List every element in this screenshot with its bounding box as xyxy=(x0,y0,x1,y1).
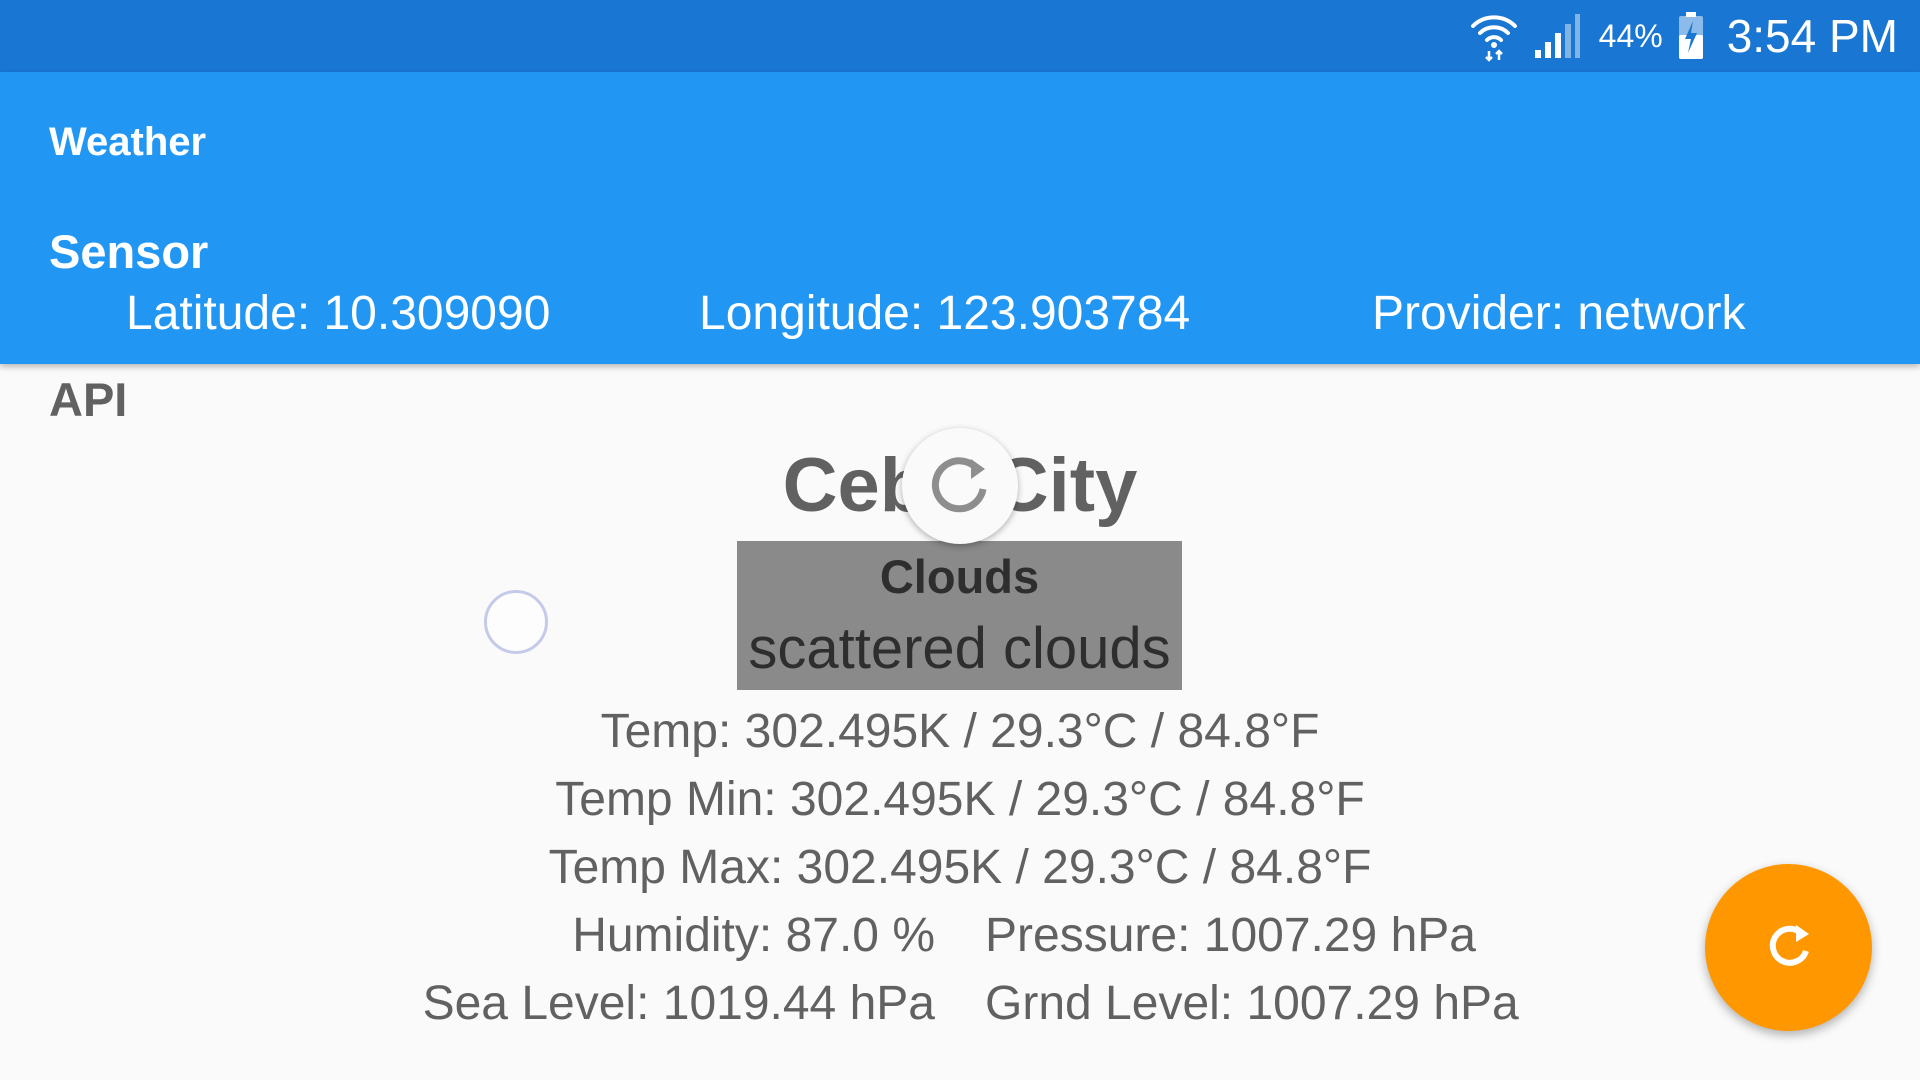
pressure-value: Pressure: 1007.29 hPa xyxy=(985,909,1476,962)
longitude-value: Longitude: 123.903784 xyxy=(699,287,1191,340)
weather-condition-box: Clouds scattered clouds xyxy=(737,541,1182,690)
temp-min-value: Temp Min: 302.495K / 29.3°C / 84.8°F xyxy=(555,773,1365,826)
battery-percent: 44% xyxy=(1598,17,1663,54)
sensor-readings: Latitude: 10.309090 Longitude: 123.90378… xyxy=(0,286,1920,346)
screen: 44% 3:54 PM Weather Sensor Latitude: 10.… xyxy=(0,0,1920,1080)
wifi-icon xyxy=(1469,10,1519,62)
temp-value: Temp: 302.495K / 29.3°C / 84.8°F xyxy=(600,705,1320,758)
app-title: Weather xyxy=(49,120,207,164)
api-heading: API xyxy=(49,373,128,426)
app-bar: Weather Sensor Latitude: 10.309090 Longi… xyxy=(0,72,1920,364)
sensor-heading: Sensor xyxy=(49,225,209,278)
status-bar: 44% 3:54 PM xyxy=(0,0,1920,72)
provider-value: Provider: network xyxy=(1372,287,1746,340)
refresh-fab-button[interactable] xyxy=(1705,864,1872,1031)
temp-max-value: Temp Max: 302.495K / 29.3°C / 84.8°F xyxy=(548,841,1372,894)
touch-indicator xyxy=(484,590,548,654)
refresh-icon xyxy=(927,451,993,522)
status-icons: 44% 3:54 PM xyxy=(1469,0,1898,72)
humidity-value: Humidity: 87.0 % xyxy=(572,909,935,962)
grnd-level-value: Grnd Level: 1007.29 hPa xyxy=(985,977,1519,1030)
weather-main: Clouds xyxy=(879,550,1040,603)
weather-description: scattered clouds xyxy=(748,616,1171,681)
clock: 3:54 PM xyxy=(1726,10,1898,62)
signal-icon xyxy=(1533,12,1581,60)
sea-level-value: Sea Level: 1019.44 hPa xyxy=(422,977,935,1030)
refresh-icon xyxy=(1761,917,1817,978)
battery-charging-icon xyxy=(1677,11,1705,61)
latitude-value: Latitude: 10.309090 xyxy=(126,287,551,340)
pull-refresh-indicator xyxy=(902,428,1018,544)
